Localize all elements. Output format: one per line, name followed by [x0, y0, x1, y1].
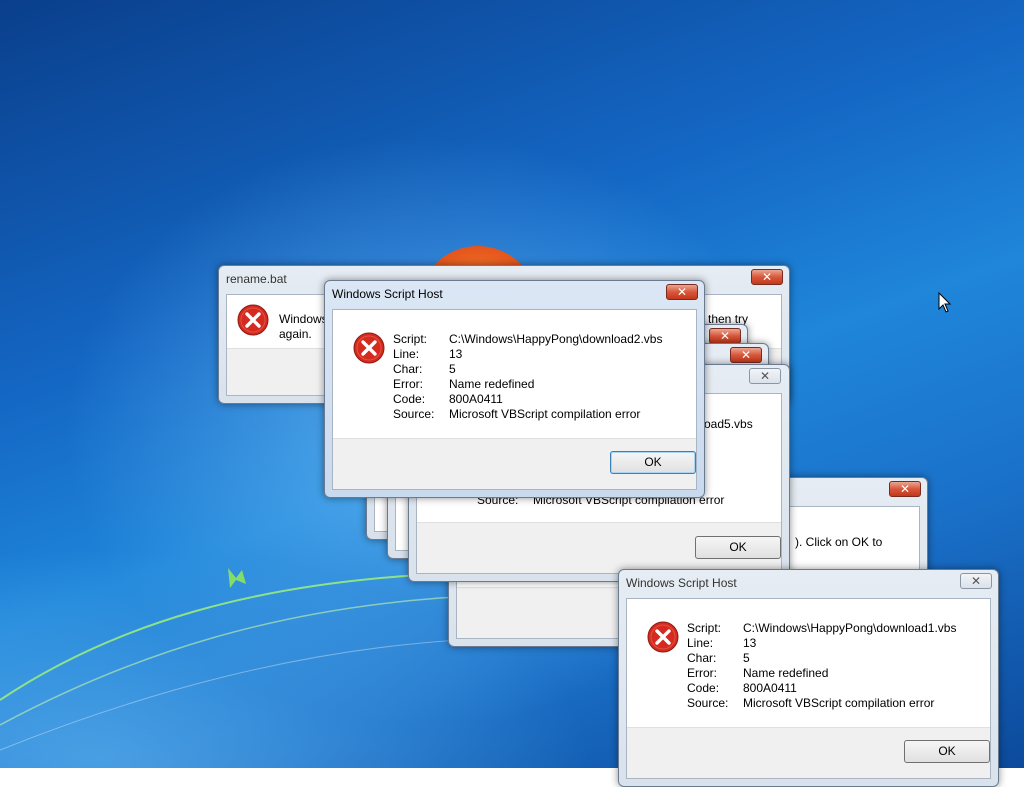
- window-title: Windows Script Host: [332, 287, 443, 301]
- mouse-cursor-icon: [938, 292, 952, 313]
- script-path-partial: oad5.vbs: [704, 417, 753, 431]
- detail-row-char: Char: 5: [687, 651, 750, 665]
- close-icon: ✕: [676, 285, 688, 299]
- dialog-body: Script: C:\Windows\HappyPong\download2.vb…: [332, 309, 697, 490]
- close-icon: ✕: [740, 348, 752, 362]
- detail-row-code: Code: 800A0411: [687, 681, 797, 695]
- titlebar: Windows Script Host ✕: [619, 570, 998, 596]
- script-host-dialog-download2: Windows Script Host ✕ Script: C:\Windows\…: [324, 280, 705, 498]
- close-button[interactable]: ✕: [730, 347, 762, 363]
- ok-button[interactable]: OK: [904, 740, 990, 763]
- dialog-footer: OK: [417, 522, 781, 573]
- detail-row-char: Char: 5: [393, 362, 456, 376]
- titlebar: Windows Script Host ✕: [325, 281, 704, 307]
- message-text-partial: ). Click on OK to: [795, 535, 883, 549]
- error-icon: [237, 304, 269, 336]
- detail-row-code: Code: 800A0411: [393, 392, 503, 406]
- detail-row-error: Error: Name redefined: [393, 377, 535, 391]
- detail-row-line: Line: 13: [393, 347, 463, 361]
- close-button[interactable]: ✕: [749, 368, 781, 384]
- close-button[interactable]: ✕: [960, 573, 992, 589]
- dialog-body: Script: C:\Windows\HappyPong\download1.vb…: [626, 598, 991, 779]
- message-text-start: Windows: [279, 312, 328, 326]
- error-details: Script: C:\Windows\HappyPong\download2.vb…: [393, 332, 662, 422]
- close-button[interactable]: ✕: [889, 481, 921, 497]
- close-icon: ✕: [759, 369, 771, 383]
- ok-button[interactable]: OK: [610, 451, 696, 474]
- window-title: rename.bat: [226, 272, 287, 286]
- detail-row-source: Source: Microsoft VBScript compilation er…: [687, 696, 935, 710]
- detail-row-script: Script: C:\Windows\HappyPong\download1.vb…: [687, 621, 957, 635]
- close-icon: ✕: [719, 329, 731, 343]
- close-button[interactable]: ✕: [751, 269, 783, 285]
- detail-row-error: Error: Name redefined: [687, 666, 829, 680]
- dialog-footer: OK: [627, 727, 990, 778]
- detail-row-source: Source: Microsoft VBScript compilation er…: [393, 407, 641, 421]
- error-details: Script: C:\Windows\HappyPong\download1.vb…: [687, 621, 956, 711]
- close-button[interactable]: ✕: [666, 284, 698, 300]
- error-icon: [353, 332, 385, 364]
- script-host-dialog-download1: Windows Script Host ✕ Script: C:\Windows\…: [618, 569, 999, 787]
- close-button[interactable]: ✕: [709, 328, 741, 344]
- close-icon: ✕: [761, 270, 773, 284]
- close-icon: ✕: [899, 482, 911, 496]
- message-text-line2: again.: [279, 327, 312, 341]
- detail-row-script: Script: C:\Windows\HappyPong\download2.vb…: [393, 332, 663, 346]
- error-icon: [647, 621, 679, 653]
- close-icon: ✕: [970, 574, 982, 588]
- detail-row-line: Line: 13: [687, 636, 757, 650]
- ok-button[interactable]: OK: [695, 536, 781, 559]
- dialog-footer: OK: [333, 438, 696, 489]
- window-title: Windows Script Host: [626, 576, 737, 590]
